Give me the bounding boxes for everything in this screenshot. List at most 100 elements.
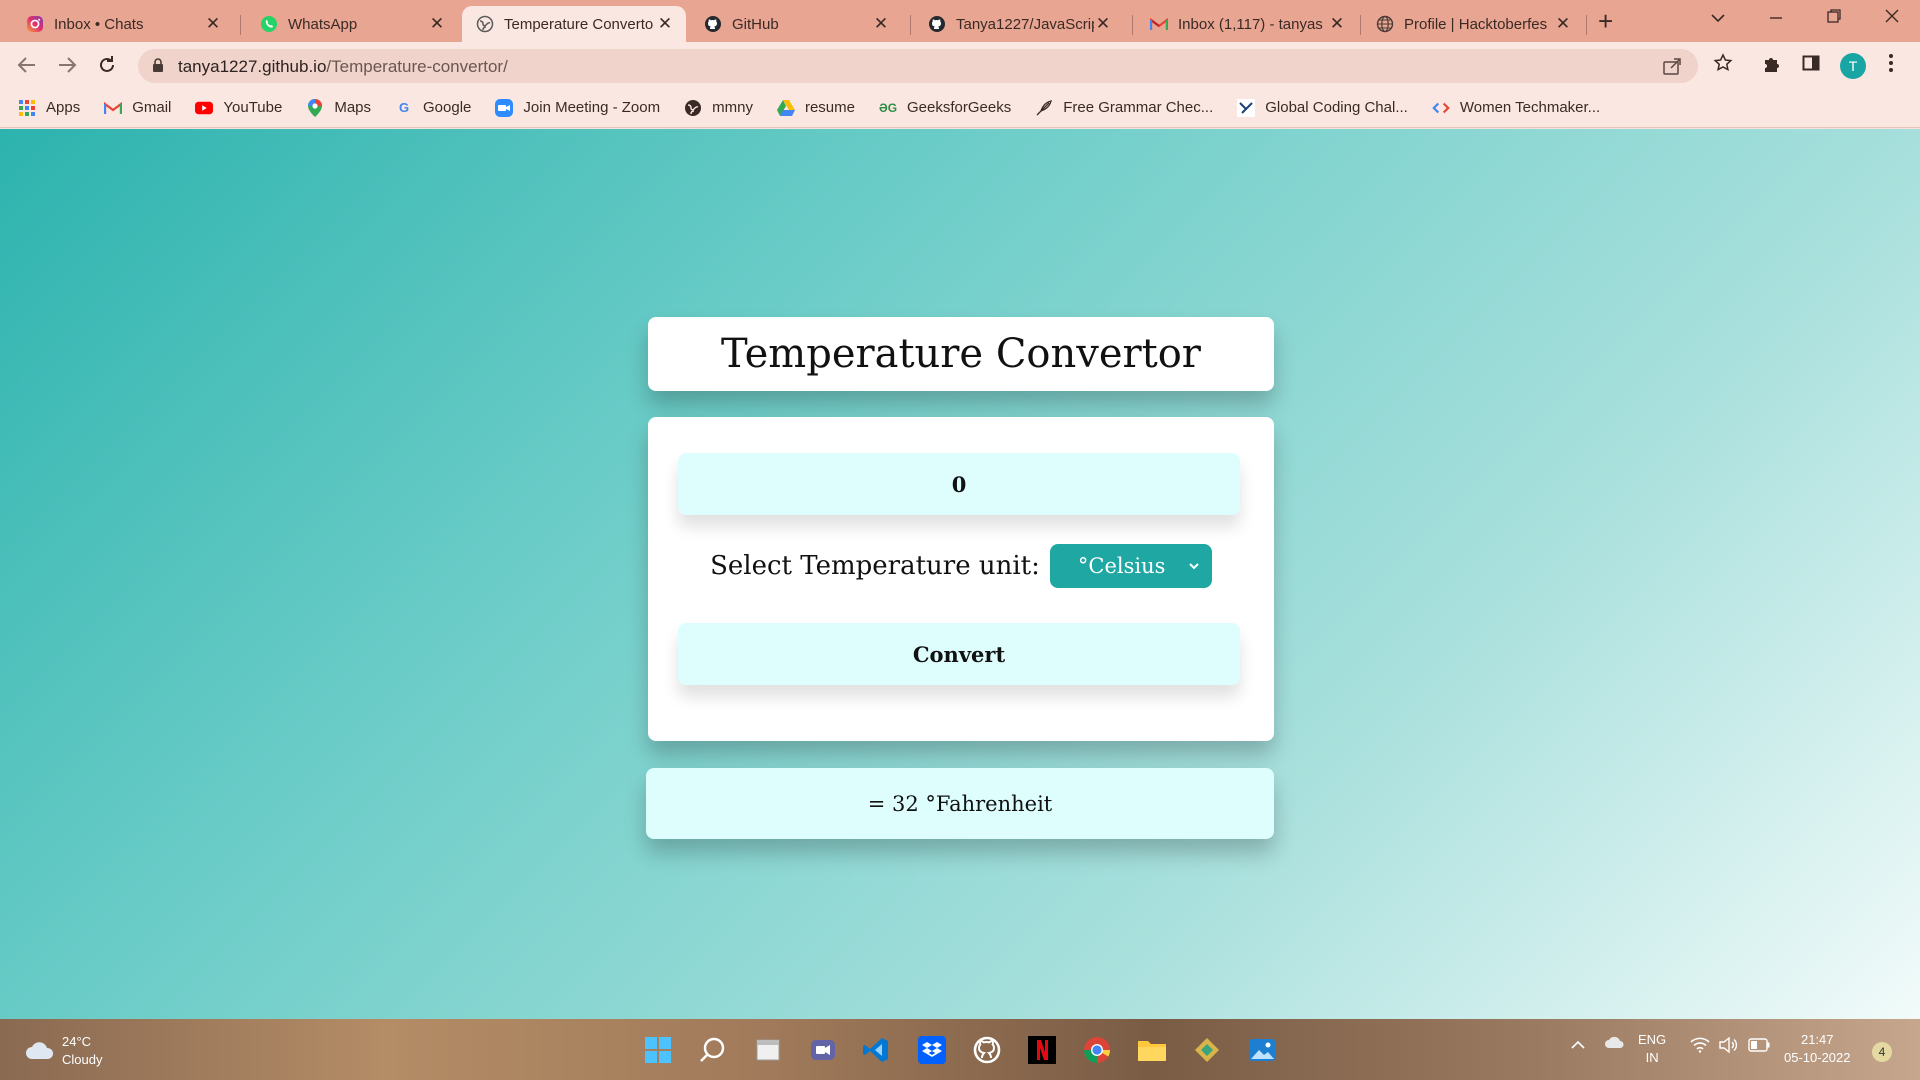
tray-chevron-up-icon[interactable] bbox=[1570, 1037, 1586, 1055]
tab-title: Inbox • Chats bbox=[54, 15, 144, 33]
close-icon[interactable]: ✕ bbox=[204, 14, 222, 33]
tab-hacktoberfest[interactable]: Profile | Hacktoberfes ✕ bbox=[1362, 6, 1584, 42]
forward-arrow-icon[interactable] bbox=[54, 52, 80, 78]
start-windows-icon[interactable] bbox=[641, 1033, 675, 1067]
bookmark-mmny[interactable]: mmny bbox=[684, 99, 753, 117]
google-icon: G bbox=[398, 100, 410, 115]
tab-title: Profile | Hacktoberfes bbox=[1404, 15, 1548, 33]
volume-icon[interactable] bbox=[1718, 1036, 1738, 1058]
tab-github[interactable]: GitHub ✕ bbox=[690, 6, 902, 42]
bookmark-label: resume bbox=[804, 99, 855, 116]
tab-strip: Inbox • Chats ✕ WhatsApp ✕ Temperature C… bbox=[0, 0, 1920, 42]
bookmark-label: Women Techmaker... bbox=[1459, 99, 1601, 116]
bookmark-grammar-checker[interactable]: Free Grammar Chec... bbox=[1035, 99, 1213, 117]
tab-separator bbox=[1132, 15, 1133, 35]
notification-badge[interactable]: 4 bbox=[1872, 1042, 1892, 1062]
close-icon[interactable]: ✕ bbox=[656, 14, 674, 33]
weather-desc: Cloudy bbox=[62, 1052, 103, 1067]
photos-icon[interactable] bbox=[1245, 1033, 1279, 1067]
github-desktop-icon[interactable] bbox=[970, 1033, 1004, 1067]
page-title: Temperature Convertor bbox=[721, 331, 1201, 377]
gmail-icon bbox=[104, 99, 123, 117]
feather-icon bbox=[1035, 99, 1053, 117]
onedrive-cloud-icon[interactable] bbox=[1604, 1035, 1626, 1054]
tab-gmail-inbox[interactable]: Inbox (1,117) - tanyas ✕ bbox=[1136, 6, 1358, 42]
close-icon[interactable]: ✕ bbox=[428, 14, 446, 33]
zoom-icon bbox=[495, 98, 514, 117]
new-tab-button[interactable]: + bbox=[1598, 8, 1613, 34]
teams-chat-icon[interactable] bbox=[806, 1033, 840, 1067]
close-icon[interactable]: ✕ bbox=[872, 14, 890, 33]
globe-icon bbox=[476, 15, 494, 33]
window-close-icon[interactable] bbox=[1884, 8, 1900, 29]
url-host: tanya1227.github.io bbox=[178, 57, 327, 76]
tab-separator bbox=[240, 15, 241, 35]
drive-icon bbox=[776, 99, 795, 117]
bookmark-global-coding[interactable]: Global Coding Chal... bbox=[1237, 98, 1408, 117]
tab-separator bbox=[1586, 15, 1587, 35]
bookmark-maps[interactable]: Maps bbox=[306, 98, 371, 117]
result-card: = 32 °Fahrenheit bbox=[646, 768, 1274, 839]
menu-kebab-icon[interactable] bbox=[1888, 52, 1894, 79]
bookmark-star-icon[interactable] bbox=[1713, 53, 1733, 78]
tab-instagram[interactable]: Inbox • Chats ✕ bbox=[12, 6, 234, 42]
bookmark-geeksforgeeks[interactable]: ƏG GeeksforGeeks bbox=[879, 99, 1011, 117]
convert-button[interactable]: Convert bbox=[678, 623, 1240, 685]
temperature-input[interactable] bbox=[678, 453, 1240, 515]
unit-row: Select Temperature unit: °Celsius bbox=[648, 543, 1274, 589]
tab-whatsapp[interactable]: WhatsApp ✕ bbox=[246, 6, 458, 42]
chrome-icon[interactable] bbox=[1080, 1033, 1114, 1067]
bookmark-apps[interactable]: Apps bbox=[18, 99, 80, 117]
chevron-down-icon bbox=[1188, 556, 1200, 581]
tab-javascript-repo[interactable]: Tanya1227/JavaScript ✕ bbox=[914, 6, 1124, 42]
bookmark-label: GeeksforGeeks bbox=[907, 99, 1012, 116]
extensions-puzzle-icon[interactable] bbox=[1762, 54, 1782, 79]
language-indicator[interactable]: ENG IN bbox=[1638, 1031, 1666, 1067]
bookmark-label: Free Grammar Chec... bbox=[1063, 99, 1214, 116]
bookmark-women-techmakers[interactable]: Women Techmaker... bbox=[1432, 99, 1600, 117]
lock-icon[interactable] bbox=[152, 58, 164, 78]
bookmark-youtube[interactable]: YouTube bbox=[195, 99, 282, 117]
minimize-icon[interactable] bbox=[1768, 4, 1784, 29]
title-card: Temperature Convertor bbox=[648, 317, 1274, 391]
url-text[interactable]: tanya1227.github.io/Temperature-converto… bbox=[178, 57, 508, 77]
weather-widget[interactable]: 24°C Cloudy bbox=[24, 1033, 102, 1069]
address-bar[interactable]: tanya1227.github.io/Temperature-converto… bbox=[138, 49, 1698, 83]
snip-sketch-icon[interactable] bbox=[1190, 1033, 1224, 1067]
youtube-icon bbox=[195, 99, 214, 117]
dropbox-icon[interactable] bbox=[915, 1033, 949, 1067]
file-explorer-icon[interactable] bbox=[1135, 1033, 1169, 1067]
browser-toolbar: tanya1227.github.io/Temperature-converto… bbox=[0, 42, 1920, 88]
unit-label: Select Temperature unit: bbox=[710, 551, 1040, 581]
wifi-icon[interactable] bbox=[1690, 1037, 1710, 1058]
reload-icon[interactable] bbox=[94, 52, 120, 78]
bookmark-resume[interactable]: resume bbox=[776, 99, 855, 117]
tab-separator bbox=[910, 15, 911, 35]
unit-select[interactable]: °Celsius bbox=[1049, 544, 1212, 588]
tab-temperature-convertor[interactable]: Temperature Converto ✕ bbox=[462, 6, 686, 42]
instagram-icon bbox=[26, 15, 44, 33]
bookmark-gmail[interactable]: Gmail bbox=[104, 99, 171, 117]
bookmarks-bar: Apps Gmail YouTube Maps G Google Join Me… bbox=[0, 88, 1920, 128]
vscode-icon[interactable] bbox=[859, 1033, 893, 1067]
profile-avatar[interactable]: T bbox=[1840, 53, 1866, 79]
close-icon[interactable]: ✕ bbox=[1094, 14, 1112, 33]
back-arrow-icon[interactable] bbox=[14, 52, 40, 78]
search-icon[interactable] bbox=[696, 1033, 730, 1067]
battery-icon[interactable] bbox=[1748, 1038, 1770, 1057]
bookmark-google[interactable]: G Google bbox=[395, 99, 471, 117]
tab-title: GitHub bbox=[732, 15, 779, 33]
bookmark-zoom[interactable]: Join Meeting - Zoom bbox=[495, 98, 660, 117]
netflix-icon[interactable] bbox=[1025, 1033, 1059, 1067]
close-icon[interactable]: ✕ bbox=[1554, 14, 1572, 33]
tab-search-chevron-icon[interactable] bbox=[1710, 8, 1726, 28]
side-panel-icon[interactable] bbox=[1802, 54, 1820, 77]
task-view-icon[interactable] bbox=[751, 1033, 785, 1067]
bookmark-label: mmny bbox=[712, 99, 753, 116]
weather-temp: 24°C bbox=[62, 1034, 92, 1049]
converter-card: Select Temperature unit: °Celsius Conver… bbox=[648, 417, 1274, 741]
share-icon[interactable] bbox=[1662, 56, 1682, 81]
close-icon[interactable]: ✕ bbox=[1328, 14, 1346, 33]
restore-icon[interactable] bbox=[1826, 8, 1842, 29]
clock[interactable]: 21:47 05-10-2022 bbox=[1784, 1031, 1851, 1067]
